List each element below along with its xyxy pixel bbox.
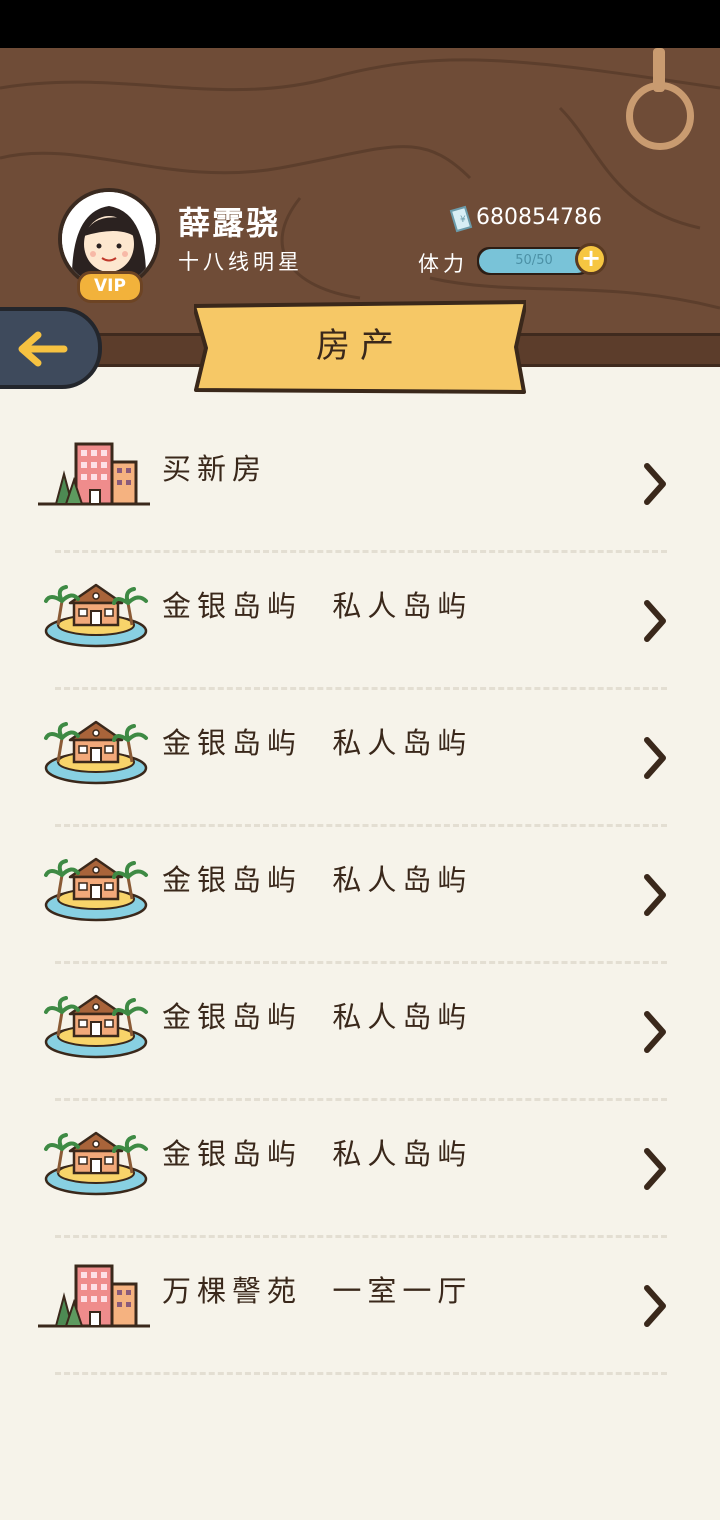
back-button[interactable] — [0, 307, 102, 389]
property-thumbnail — [42, 712, 150, 790]
stamina-bar: 50/50 — [477, 247, 591, 275]
property-row[interactable]: 金银岛屿 私人岛屿 — [0, 684, 720, 827]
apartment-building-icon — [38, 1264, 150, 1328]
chevron-right-icon[interactable] — [641, 462, 669, 510]
chevron-right-icon — [644, 1285, 666, 1327]
island-house-icon — [44, 720, 148, 785]
chevron-right-icon — [644, 737, 666, 779]
hanging-ring-icon — [626, 82, 694, 150]
island-house-icon — [44, 583, 148, 648]
property-title: 金银岛屿 私人岛屿 — [162, 863, 473, 897]
arrow-left-icon — [18, 331, 68, 367]
chevron-right-icon[interactable] — [641, 1010, 669, 1058]
property-row[interactable]: 万棵謦苑 一室一厅 — [0, 1232, 720, 1375]
chevron-right-icon[interactable] — [641, 599, 669, 647]
player-name: 薛露骁 — [178, 204, 281, 242]
chevron-right-icon — [644, 1148, 666, 1190]
property-title: 金银岛屿 私人岛屿 — [162, 726, 473, 760]
property-title: 万棵謦苑 一室一厅 — [162, 1274, 473, 1308]
property-title: 金银岛屿 私人岛屿 — [162, 1000, 473, 1034]
property-row[interactable]: 买新房 — [0, 410, 720, 553]
property-row[interactable]: 金银岛屿 私人岛屿 — [0, 821, 720, 964]
property-thumbnail — [42, 986, 150, 1064]
island-house-icon — [44, 1131, 148, 1196]
island-house-icon — [44, 994, 148, 1059]
property-thumbnail — [38, 1256, 150, 1334]
chevron-right-icon — [644, 463, 666, 505]
property-row[interactable]: 金银岛屿 私人岛屿 — [0, 1095, 720, 1238]
stamina-label: 体力 — [418, 252, 468, 276]
property-thumbnail — [42, 1123, 150, 1201]
island-house-icon — [44, 857, 148, 922]
apartment-building-icon — [38, 442, 150, 506]
chevron-right-icon[interactable] — [641, 1284, 669, 1332]
chevron-right-icon[interactable] — [641, 736, 669, 784]
add-stamina-button[interactable]: + — [575, 243, 607, 275]
vip-badge: VIP — [77, 271, 143, 303]
property-title: 买新房 — [162, 452, 268, 486]
property-row[interactable]: 金银岛屿 私人岛屿 — [0, 958, 720, 1101]
property-title: 金银岛屿 私人岛屿 — [162, 589, 473, 623]
chevron-right-icon[interactable] — [641, 873, 669, 921]
status-bar — [0, 0, 720, 48]
banknote-icon: ¥ — [449, 205, 473, 233]
player-title: 十八线明星 — [178, 250, 303, 274]
page-title: 房产 — [316, 326, 404, 366]
row-divider — [55, 1372, 667, 1375]
chevron-right-icon[interactable] — [641, 1147, 669, 1195]
svg-text:¥: ¥ — [460, 215, 466, 225]
property-row[interactable]: 金银岛屿 私人岛屿 — [0, 547, 720, 690]
chevron-right-icon — [644, 1011, 666, 1053]
chevron-right-icon — [644, 874, 666, 916]
chevron-right-icon — [644, 600, 666, 642]
property-title: 金银岛屿 私人岛屿 — [162, 1137, 473, 1171]
stamina-value: 50/50 — [515, 253, 553, 268]
property-thumbnail — [42, 849, 150, 927]
property-thumbnail — [42, 575, 150, 653]
property-thumbnail — [38, 434, 150, 512]
money-value: 680854786 — [476, 205, 602, 230]
